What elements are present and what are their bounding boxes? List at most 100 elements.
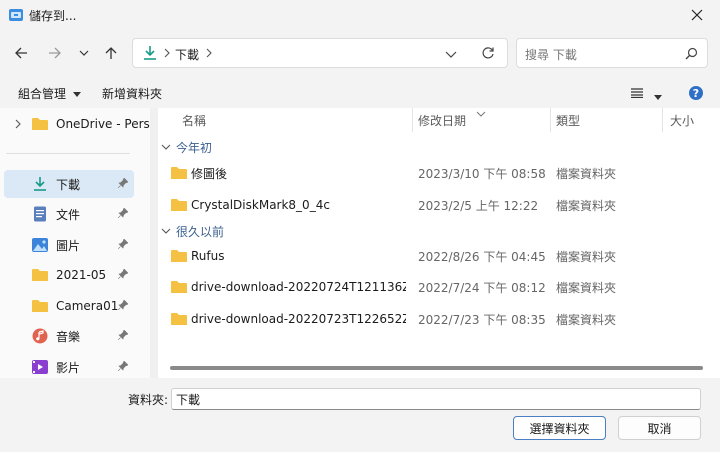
sort-indicator-icon — [476, 106, 486, 120]
sidebar-item-camera01[interactable]: Camera01 — [4, 292, 134, 320]
view-dropdown-icon[interactable] — [654, 90, 662, 104]
group-label: 很久以前 — [176, 224, 225, 239]
sidebar-item-label: Camera01 — [56, 299, 119, 313]
column-header-date[interactable]: 修改日期 — [418, 108, 466, 132]
group-header[interactable]: 今年初 — [158, 136, 212, 158]
chevron-down-icon — [79, 50, 89, 56]
breadcrumb-separator-icon — [163, 47, 171, 62]
row-type: 檔案資料夾 — [556, 166, 617, 181]
close-button[interactable] — [674, 0, 720, 30]
row-name: CrystalDiskMark8_0_4c — [191, 198, 330, 212]
expand-chevron-icon[interactable] — [14, 119, 22, 129]
address-bar[interactable]: 下載 — [132, 38, 508, 68]
folder-icon — [171, 272, 187, 302]
search-input[interactable]: 搜尋 下載 — [516, 38, 708, 68]
folder-icon — [171, 304, 187, 334]
music-icon — [32, 328, 48, 344]
document-icon — [32, 206, 48, 222]
column-divider[interactable] — [662, 108, 663, 132]
column-header-name[interactable]: 名稱 — [182, 108, 206, 132]
sidebar-item-label: 影片 — [56, 360, 81, 375]
row-name: 修圖後 — [191, 166, 228, 181]
address-dropdown-icon[interactable] — [445, 48, 457, 62]
folder-icon — [171, 190, 187, 220]
table-row[interactable]: Rufus 2022/8/26 下午 04:45 檔案資料夾 — [158, 241, 704, 271]
search-icon — [685, 47, 698, 63]
title-bar: 儲存到... — [0, 0, 720, 30]
recent-locations-button[interactable] — [70, 39, 98, 67]
sidebar-item-label: 2021-05 — [56, 268, 107, 282]
row-date: 2022/7/24 下午 08:12 — [418, 280, 546, 295]
sidebar-item-downloads[interactable]: 下載 — [4, 170, 134, 198]
folder-icon — [32, 116, 48, 132]
row-name: drive-download-20220724T121136Z-... — [191, 280, 406, 294]
table-row[interactable]: CrystalDiskMark8_0_4c 2023/2/5 上午 12:22 … — [158, 190, 704, 220]
row-date: 2022/7/23 下午 08:35 — [418, 312, 546, 327]
sidebar-item-label: OneDrive - Pers — [56, 117, 150, 131]
horizontal-scrollbar[interactable] — [170, 366, 703, 370]
sidebar-item-label: 圖片 — [56, 238, 81, 253]
up-button[interactable] — [97, 39, 125, 67]
row-date: 2023/3/10 下午 08:58 — [418, 166, 546, 181]
row-date: 2022/8/26 下午 04:45 — [418, 249, 546, 264]
divider — [6, 153, 130, 154]
column-header-size[interactable]: 大小 — [670, 108, 694, 132]
column-divider[interactable] — [412, 108, 413, 132]
arrow-right-icon — [49, 47, 61, 59]
table-row[interactable]: 修圖後 2023/3/10 下午 08:58 檔案資料夾 — [158, 158, 704, 188]
folder-name-input[interactable]: 下載 — [171, 388, 701, 410]
sidebar-item-onedrive[interactable]: OneDrive - Pers — [4, 110, 150, 138]
table-row[interactable]: drive-download-20220723T122652Z-... 2022… — [158, 304, 704, 334]
refresh-icon[interactable] — [481, 46, 495, 63]
pin-icon — [118, 300, 128, 310]
pin-icon — [118, 361, 128, 371]
pin-icon — [118, 269, 128, 279]
row-type: 檔案資料夾 — [556, 280, 617, 295]
pin-icon — [118, 239, 128, 249]
cancel-button[interactable]: 取消 — [618, 416, 701, 440]
folder-field-label: 資料夾: — [128, 393, 169, 407]
sidebar-item-2021-05[interactable]: 2021-05 — [4, 261, 134, 289]
column-divider[interactable] — [550, 108, 551, 132]
help-icon[interactable]: ? — [688, 85, 704, 104]
navigation-scrollbar[interactable] — [150, 108, 158, 378]
app-icon — [8, 7, 24, 23]
sidebar-item-documents[interactable]: 文件 — [4, 200, 134, 228]
download-icon — [142, 45, 158, 64]
folder-icon — [171, 241, 187, 271]
select-folder-button[interactable]: 選擇資料夾 — [513, 416, 606, 440]
sidebar-item-label: 文件 — [56, 207, 81, 222]
back-button[interactable] — [7, 39, 35, 67]
breadcrumb-item[interactable]: 下載 — [175, 46, 199, 63]
video-icon — [32, 359, 48, 375]
new-folder-button[interactable]: 新增資料夾 — [102, 85, 162, 102]
arrow-up-icon — [105, 47, 117, 59]
organize-button[interactable]: 組合管理 — [18, 85, 81, 102]
list-view-icon — [631, 88, 643, 99]
caret-down-icon — [72, 92, 81, 97]
row-name: Rufus — [191, 249, 225, 263]
pin-icon — [118, 330, 128, 340]
forward-button[interactable] — [41, 39, 69, 67]
table-row[interactable]: drive-download-20220724T121136Z-... 2022… — [158, 272, 704, 302]
group-header[interactable]: 很久以前 — [158, 220, 224, 242]
sidebar-item-pictures[interactable]: 圖片 — [4, 231, 134, 259]
sidebar-item-videos[interactable]: 影片 — [4, 353, 134, 378]
sidebar-item-music[interactable]: 音樂 — [4, 322, 134, 350]
arrow-left-icon — [15, 47, 27, 59]
pin-icon — [118, 178, 128, 188]
folder-icon — [171, 158, 187, 188]
row-type: 檔案資料夾 — [556, 249, 617, 264]
folder-icon — [32, 267, 48, 283]
row-type: 檔案資料夾 — [556, 198, 617, 213]
column-header-type[interactable]: 類型 — [556, 108, 580, 132]
navigation-pane: OneDrive - Pers 下載 文件 圖片 2021-05 Camera0… — [0, 108, 150, 378]
folder-icon — [32, 298, 48, 314]
svg-text:?: ? — [693, 87, 699, 100]
collapse-chevron-icon — [161, 144, 171, 150]
breadcrumb-chevron-icon[interactable] — [205, 47, 213, 62]
view-options-button[interactable] — [631, 87, 643, 101]
pin-icon — [118, 208, 128, 218]
file-list: 名稱 修改日期 類型 大小 今年初 修圖後 2023/3/10 下午 08:58… — [158, 108, 720, 378]
picture-icon — [32, 237, 48, 253]
